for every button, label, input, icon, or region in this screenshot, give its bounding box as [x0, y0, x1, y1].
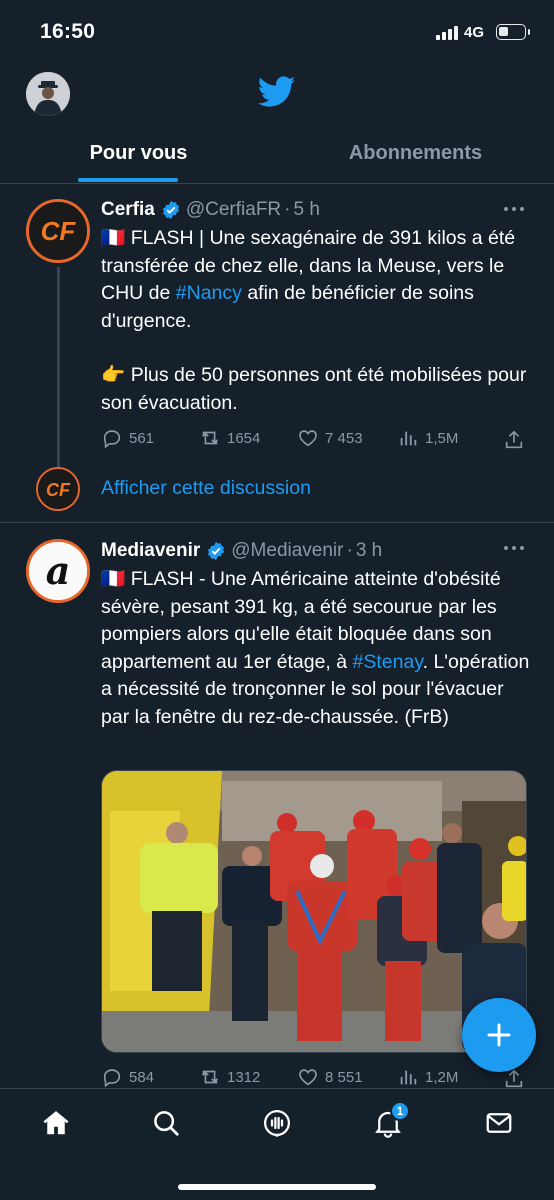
tab-following-label: Abonnements — [348, 141, 483, 164]
reply-count: 584 — [129, 1068, 155, 1086]
like-count: 8 551 — [325, 1068, 363, 1086]
nav-spaces[interactable] — [257, 1103, 297, 1143]
svg-text:a: a — [46, 548, 71, 593]
thread-author-avatar[interactable]: CF — [36, 467, 80, 511]
author-handle[interactable]: @Mediavenir — [231, 540, 343, 562]
twitter-bird-icon[interactable] — [258, 76, 296, 108]
retweet-button[interactable]: 1312 — [199, 1066, 260, 1088]
views-count: 1,2M — [425, 1068, 459, 1086]
reply-count: 561 — [129, 429, 155, 447]
separator-dot: · — [284, 199, 291, 220]
reply-icon — [103, 1069, 121, 1088]
tweet-text: 🇫🇷 FLASH | Une sexagénaire de 391 kilos … — [101, 225, 533, 417]
verified-badge-icon — [162, 200, 179, 220]
profile-avatar[interactable] — [26, 72, 70, 116]
messages-icon — [486, 1113, 512, 1133]
views-button[interactable]: 1,2M — [397, 1066, 458, 1088]
author-name[interactable]: Cerfia — [101, 199, 155, 221]
nav-home[interactable] — [36, 1103, 76, 1143]
hashtag-link[interactable]: #Stenay — [353, 651, 423, 673]
author-handle[interactable]: @CerfiaFR — [186, 199, 281, 221]
author-avatar[interactable]: CF — [26, 199, 90, 263]
separator-dot: · — [346, 540, 353, 561]
tab-following[interactable]: Abonnements — [277, 122, 554, 184]
retweet-icon — [202, 1070, 218, 1084]
like-count: 7 453 — [325, 429, 363, 447]
nav-search[interactable] — [146, 1103, 186, 1143]
tweet-text: 🇫🇷 FLASH - Une Américaine atteinte d'obé… — [101, 566, 533, 731]
show-thread-link[interactable]: Afficher cette discussion — [101, 477, 311, 500]
like-button[interactable]: 7 453 — [297, 427, 363, 449]
retweet-count: 1654 — [227, 429, 261, 447]
tweet-timestamp[interactable]: 3 h — [356, 540, 382, 562]
retweet-button[interactable]: 1654 — [199, 427, 260, 449]
share-icon[interactable] — [503, 429, 525, 451]
tweet-header: Mediavenir @Mediavenir · 3 h — [101, 538, 382, 564]
tweet-photo[interactable] — [101, 770, 527, 1053]
compose-tweet-button[interactable] — [462, 998, 536, 1072]
network-type: 4G — [464, 24, 485, 41]
rescue-photo-image — [102, 771, 526, 1052]
svg-text:CF: CF — [41, 216, 77, 246]
tweet-paragraph: 🇫🇷 FLASH - Une Américaine atteinte d'obé… — [101, 566, 533, 731]
tweet[interactable]: a Mediavenir @Mediavenir · 3 h 🇫🇷 FLASH … — [0, 524, 554, 1090]
home-icon — [43, 1111, 69, 1135]
tweet-header: Cerfia @CerfiaFR · 5 h — [101, 197, 320, 223]
more-options-icon[interactable] — [504, 538, 526, 558]
status-time: 16:50 — [40, 20, 96, 43]
home-indicator[interactable] — [178, 1184, 376, 1190]
views-chart-icon — [400, 431, 417, 446]
views-chart-icon — [400, 1070, 417, 1085]
tweet[interactable]: CF Cerfia @CerfiaFR · 5 h 🇫🇷 FLASH | Une… — [0, 185, 554, 523]
tab-for-you-label: Pour vous — [89, 141, 188, 164]
notification-count-badge: 1 — [390, 1101, 410, 1121]
nav-messages[interactable] — [479, 1103, 519, 1143]
reply-button[interactable]: 561 — [101, 427, 154, 449]
top-header — [0, 62, 554, 122]
tweet-paragraph: 🇫🇷 FLASH | Une sexagénaire de 391 kilos … — [101, 225, 533, 335]
svg-text:CF: CF — [46, 480, 71, 500]
heart-icon — [299, 1069, 317, 1086]
heart-icon — [299, 430, 317, 447]
like-button[interactable]: 8 551 — [297, 1066, 363, 1088]
reply-icon — [103, 430, 121, 449]
views-button[interactable]: 1,5M — [397, 427, 458, 449]
retweet-icon — [202, 431, 218, 445]
thread-line — [57, 267, 60, 467]
timeline-tabs: Pour vous Abonnements — [0, 122, 554, 184]
tweet-actions: 561 1654 7 453 1,5M — [101, 427, 531, 453]
status-bar: 16:50 4G — [0, 0, 554, 62]
tweet-paragraph: 👉 Plus de 50 personnes ont été mobilisée… — [101, 364, 527, 414]
active-tab-indicator — [78, 178, 178, 182]
hashtag-link[interactable]: #Nancy — [176, 282, 242, 304]
plus-icon — [487, 1023, 511, 1047]
cellular-signal-icon — [436, 26, 458, 40]
author-avatar[interactable]: a — [26, 539, 90, 603]
more-options-icon[interactable] — [504, 199, 526, 219]
views-count: 1,5M — [425, 429, 459, 447]
tab-for-you[interactable]: Pour vous — [0, 122, 277, 184]
battery-icon — [496, 24, 530, 40]
nav-notifications[interactable]: 1 — [368, 1101, 410, 1143]
author-name[interactable]: Mediavenir — [101, 540, 200, 562]
tweet-timestamp[interactable]: 5 h — [293, 199, 319, 221]
reply-button[interactable]: 584 — [101, 1066, 154, 1088]
verified-badge-icon — [208, 541, 225, 561]
retweet-count: 1312 — [227, 1068, 261, 1086]
search-icon — [154, 1111, 179, 1136]
spaces-icon — [264, 1110, 290, 1137]
share-icon[interactable] — [503, 1068, 525, 1090]
